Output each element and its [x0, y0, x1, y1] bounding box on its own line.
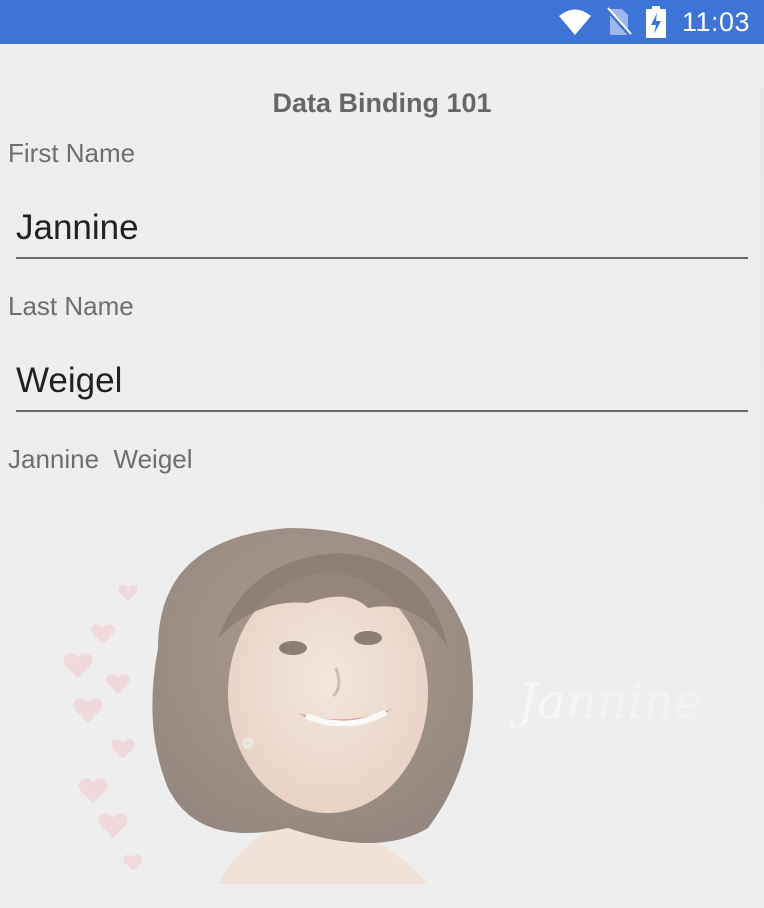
- last-name-label: Last Name: [8, 291, 134, 321]
- no-sim-icon: [605, 7, 632, 37]
- first-name-label: First Name: [8, 138, 136, 168]
- last-name-field[interactable]: [16, 352, 748, 412]
- battery-charging-icon: [645, 6, 666, 38]
- page-title: Data Binding 101: [272, 88, 492, 118]
- full-name-display: Jannine Weigel: [8, 444, 193, 474]
- scrollbar: [760, 88, 764, 588]
- portrait-photo: JannineW: [48, 528, 708, 884]
- main-content: Data Binding 101 First Name Last Name Ja…: [0, 44, 764, 908]
- last-name-input[interactable]: [16, 352, 748, 410]
- first-name-input[interactable]: [16, 199, 748, 257]
- first-name-field[interactable]: [16, 199, 748, 259]
- wifi-icon: [558, 8, 592, 36]
- status-clock: 11:03: [681, 6, 750, 37]
- status-bar: 11:03: [0, 0, 764, 44]
- status-icons: 11:03: [558, 0, 750, 44]
